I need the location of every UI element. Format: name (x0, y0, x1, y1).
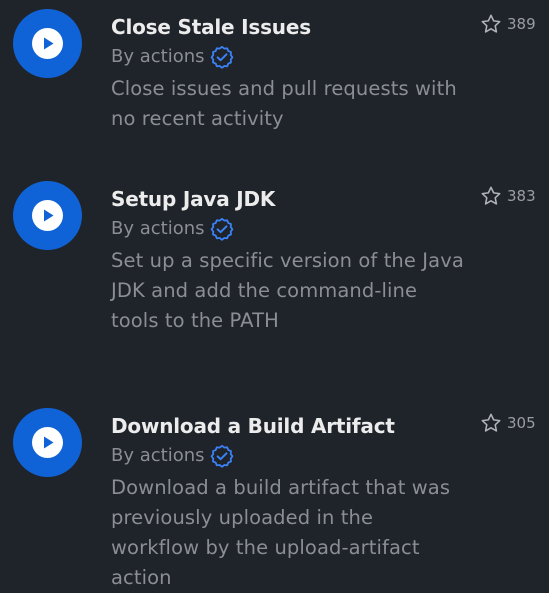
action-content: Download a Build Artifact By actions Dow… (111, 413, 466, 593)
star-icon[interactable] (480, 13, 502, 35)
play-circle-icon (13, 9, 82, 78)
star-count-value: 389 (507, 15, 536, 33)
star-count: 305 (480, 411, 536, 435)
author-label: By actions (111, 218, 205, 239)
actions-list: Close Stale Issues By actions Close issu… (0, 0, 549, 589)
action-title[interactable]: Setup Java JDK (111, 186, 466, 212)
action-title[interactable]: Download a Build Artifact (111, 413, 466, 439)
star-count: 383 (480, 184, 536, 208)
verified-badge-icon (210, 217, 234, 241)
action-author: By actions (111, 216, 466, 242)
author-label: By actions (111, 445, 205, 466)
action-author: By actions (111, 443, 466, 469)
play-circle-icon (13, 408, 82, 477)
star-icon[interactable] (480, 185, 502, 207)
action-description: Set up a specific version of the Java JD… (111, 249, 464, 332)
verified-badge-icon (210, 45, 234, 69)
action-content: Close Stale Issues By actions Close issu… (111, 14, 466, 134)
star-icon[interactable] (480, 412, 502, 434)
action-description: Download a build artifact that was previ… (111, 476, 451, 589)
verified-badge-icon (210, 444, 234, 468)
action-title[interactable]: Close Stale Issues (111, 14, 466, 40)
action-author: By actions (111, 44, 466, 70)
star-count-value: 305 (507, 414, 536, 432)
action-content: Setup Java JDK By actions Set up a speci… (111, 186, 466, 336)
star-count-value: 383 (507, 187, 536, 205)
star-count: 389 (480, 12, 536, 36)
action-description: Close issues and pull requests with no r… (111, 77, 457, 130)
author-label: By actions (111, 46, 205, 67)
play-circle-icon (13, 181, 82, 250)
